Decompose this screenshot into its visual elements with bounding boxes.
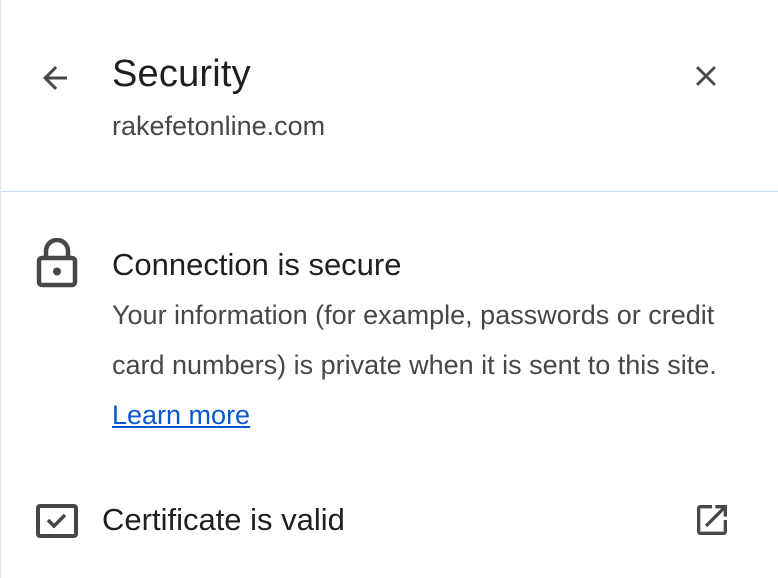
lock-icon <box>35 237 79 288</box>
connection-description-text: Your information (for example, passwords… <box>112 300 717 380</box>
back-button[interactable] <box>31 54 79 102</box>
site-domain: rakefetonline.com <box>112 111 326 141</box>
learn-more-link[interactable]: Learn more <box>112 400 250 430</box>
open-in-new-icon <box>697 505 727 535</box>
certificate-check-icon <box>35 503 79 539</box>
close-icon <box>696 66 716 86</box>
close-button[interactable] <box>682 52 730 100</box>
connection-status-title: Connection is secure <box>112 247 402 282</box>
arrow-left-icon <box>43 66 67 90</box>
open-certificate-button[interactable] <box>685 493 739 547</box>
security-panel: Security rakefetonline.com Connection is… <box>0 0 778 578</box>
panel-header: Security rakefetonline.com <box>1 0 778 192</box>
certificate-status-title[interactable]: Certificate is valid <box>102 500 345 540</box>
connection-description: Your information (for example, passwords… <box>112 290 732 440</box>
page-title: Security <box>112 53 251 95</box>
